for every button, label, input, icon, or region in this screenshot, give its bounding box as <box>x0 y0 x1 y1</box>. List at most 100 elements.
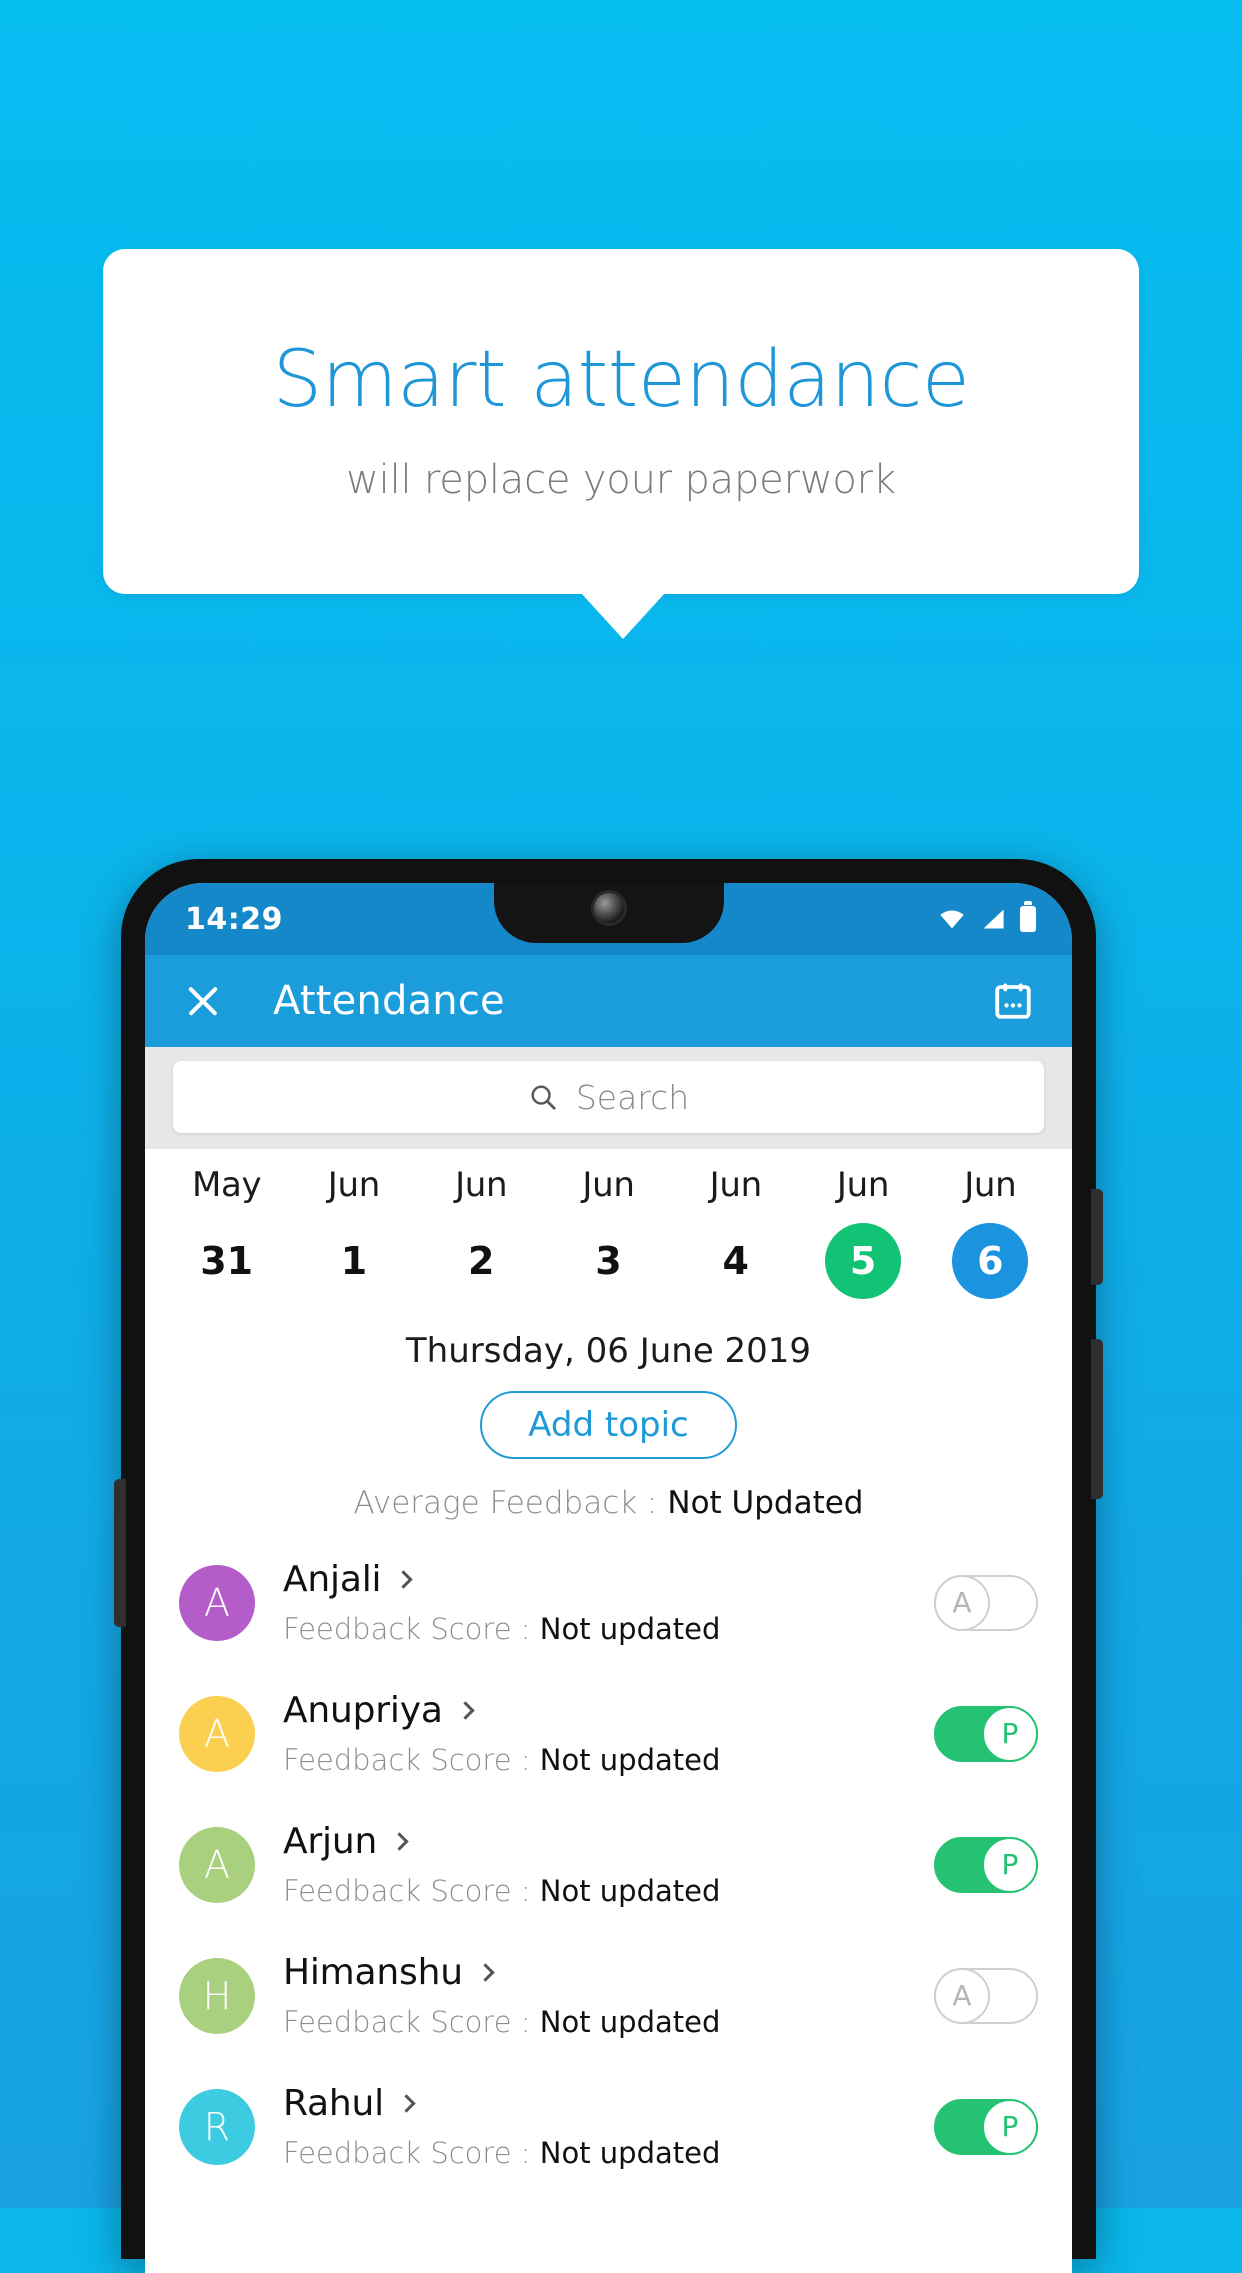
student-list: A Anjali Feedback Score : Not updated A A Anu… <box>145 1537 1072 2192</box>
front-camera <box>593 893 624 923</box>
chevron-right-icon[interactable] <box>476 1963 495 1982</box>
phone-mockup: 14:29 Attendance Search May 31 Jun 1 Jun… <box>114 859 1103 2273</box>
student-name-row[interactable]: Rahul <box>283 2083 934 2124</box>
add-topic-button[interactable]: Add topic <box>480 1391 737 1459</box>
chevron-right-icon[interactable] <box>394 1570 414 1589</box>
date-cell-day: 1 <box>340 1239 368 1283</box>
search-icon <box>531 1085 556 1110</box>
feedback-score-value: Not updated <box>539 1612 721 1646</box>
date-cell-month: May <box>191 1165 262 1205</box>
student-info: Anjali Feedback Score : Not updated <box>283 1559 934 1646</box>
feedback-score-label: Feedback Score : <box>283 2136 540 2170</box>
student-info: Rahul Feedback Score : Not updated <box>283 2083 934 2170</box>
attendance-toggle-knob: P <box>982 1836 1038 1893</box>
status-bar: 14:29 <box>145 883 1072 955</box>
phone-left-button[interactable] <box>114 1479 126 1627</box>
average-feedback-label: Average Feedback : <box>353 1485 668 1521</box>
avatar: H <box>179 1957 255 2034</box>
chevron-right-icon[interactable] <box>390 1832 409 1851</box>
date-cell-day: 5 <box>825 1223 902 1299</box>
app-bar: Attendance <box>145 955 1072 1047</box>
student-row[interactable]: H Himanshu Feedback Score : Not updated A <box>145 1930 1072 2061</box>
student-name: Rahul <box>283 2083 384 2124</box>
promo-title: Smart attendance <box>272 334 970 425</box>
attendance-toggle[interactable]: A <box>934 1967 1038 2024</box>
date-cell-day: 6 <box>952 1223 1029 1299</box>
date-cell-day: 31 <box>200 1239 254 1283</box>
promo-subtitle: will replace your paperwork <box>346 457 896 504</box>
feedback-score-label: Feedback Score : <box>283 2005 540 2039</box>
student-info: Arjun Feedback Score : Not updated <box>283 1821 934 1908</box>
search-placeholder: Search <box>575 1077 690 1117</box>
signal-icon <box>983 909 1004 929</box>
student-row[interactable]: A Anupriya Feedback Score : Not updated P <box>145 1668 1072 1799</box>
avatar: A <box>179 1695 255 1772</box>
student-name: Arjun <box>283 1821 378 1862</box>
attendance-toggle-knob: A <box>934 1967 990 2024</box>
date-cell-month: Jun <box>582 1165 635 1205</box>
avatar: A <box>179 1826 255 1903</box>
attendance-toggle-knob: P <box>982 2098 1038 2155</box>
feedback-score-line: Feedback Score : Not updated <box>283 1743 934 1777</box>
chevron-right-icon[interactable] <box>455 1701 475 1720</box>
date-cell-month: Jun <box>964 1165 1017 1205</box>
date-cell[interactable]: May 31 <box>163 1165 290 1299</box>
feedback-score-value: Not updated <box>539 2136 721 2170</box>
student-row[interactable]: A Anjali Feedback Score : Not updated A <box>145 1537 1072 1668</box>
student-info: Anupriya Feedback Score : Not updated <box>283 1690 934 1777</box>
date-cell[interactable]: Jun 4 <box>672 1165 799 1299</box>
attendance-toggle[interactable]: P <box>934 1705 1038 1762</box>
date-cell[interactable]: Jun 3 <box>545 1165 672 1299</box>
feedback-score-value: Not updated <box>539 2005 721 2039</box>
search-input[interactable]: Search <box>173 1061 1044 1133</box>
status-time: 14:29 <box>185 901 283 937</box>
phone-volume-button[interactable] <box>1091 1189 1103 1285</box>
student-name: Himanshu <box>283 1952 463 1993</box>
date-cell[interactable]: Jun 2 <box>418 1165 545 1299</box>
date-cell-month: Jun <box>836 1165 890 1205</box>
avatar: R <box>179 2088 255 2165</box>
status-icons <box>938 901 1036 932</box>
student-name: Anupriya <box>283 1690 443 1731</box>
student-name-row[interactable]: Himanshu <box>283 1952 934 1993</box>
attendance-toggle[interactable]: P <box>934 2098 1038 2155</box>
selected-date-label: Thursday, 06 June 2019 <box>405 1331 812 1371</box>
calendar-icon[interactable] <box>992 980 1034 1022</box>
phone-notch <box>493 883 724 943</box>
promo-callout: Smart attendance will replace your paper… <box>103 249 1139 639</box>
student-name-row[interactable]: Arjun <box>283 1821 934 1862</box>
attendance-toggle[interactable]: A <box>934 1574 1038 1631</box>
student-row[interactable]: R Rahul Feedback Score : Not updated P <box>145 2061 1072 2192</box>
date-cell-day: 2 <box>467 1239 495 1283</box>
phone-screen: 14:29 Attendance Search May 31 Jun 1 Jun… <box>145 883 1072 2273</box>
attendance-toggle-knob: A <box>934 1574 990 1631</box>
feedback-score-label: Feedback Score : <box>283 1743 540 1777</box>
attendance-toggle[interactable]: P <box>934 1836 1038 1893</box>
student-name: Anjali <box>283 1559 382 1600</box>
date-cell[interactable]: Jun 5 <box>799 1165 926 1299</box>
student-name-row[interactable]: Anjali <box>283 1559 934 1600</box>
date-cell-month: Jun <box>327 1165 381 1205</box>
date-cell[interactable]: Jun 6 <box>927 1165 1054 1299</box>
date-strip: May 31 Jun 1 Jun 2 Jun 3 Jun 4 Jun 5 Jun 6 <box>145 1149 1072 1305</box>
feedback-score-line: Feedback Score : Not updated <box>283 1874 934 1908</box>
average-feedback: Average Feedback : Not Updated <box>145 1485 1072 1521</box>
app-bar-title: Attendance <box>273 978 505 1024</box>
callout-tail <box>581 593 665 639</box>
date-cell-month: Jun <box>709 1165 763 1205</box>
average-feedback-value: Not Updated <box>667 1485 864 1521</box>
avatar: A <box>179 1564 255 1641</box>
student-name-row[interactable]: Anupriya <box>283 1690 934 1731</box>
add-topic-container: Add topic <box>145 1391 1072 1459</box>
chevron-right-icon[interactable] <box>397 2094 416 2113</box>
date-cell[interactable]: Jun 1 <box>290 1165 417 1299</box>
feedback-score-value: Not updated <box>539 1743 721 1777</box>
date-cell-day: 3 <box>595 1239 622 1283</box>
close-icon[interactable] <box>183 981 223 1021</box>
date-cell-day: 4 <box>722 1239 749 1283</box>
student-row[interactable]: A Arjun Feedback Score : Not updated P <box>145 1799 1072 1930</box>
phone-power-button[interactable] <box>1091 1339 1103 1499</box>
phone-bezel: 14:29 Attendance Search May 31 Jun 1 Jun… <box>145 883 1072 2273</box>
battery-icon <box>1020 901 1036 932</box>
date-cell-month: Jun <box>455 1165 508 1205</box>
